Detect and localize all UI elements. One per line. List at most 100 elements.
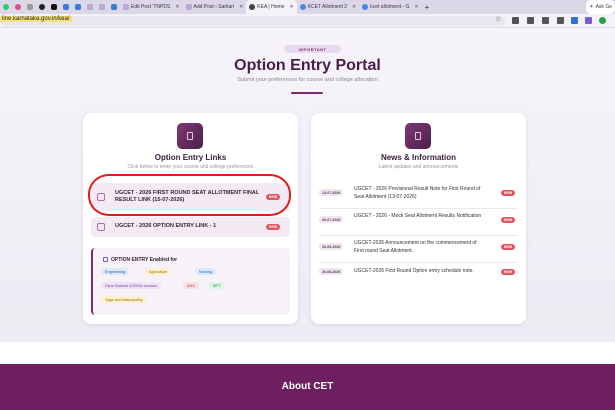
app-icon	[15, 4, 21, 10]
tab-pinned[interactable]	[48, 0, 60, 14]
new-badge: NEW	[266, 224, 280, 230]
new-badge: NEW	[501, 217, 515, 223]
tab-pinned[interactable]	[72, 0, 84, 14]
title-underline	[291, 92, 323, 94]
extension-icon[interactable]	[571, 17, 578, 24]
app-icon	[111, 4, 117, 10]
news-date: 26-06-2026	[319, 268, 344, 275]
about-title: About CET	[281, 381, 334, 392]
tab-label: KEA | Home	[257, 4, 285, 10]
enabled-title: OPTION ENTRY Enabled for	[103, 257, 177, 263]
tab-label: kcet allotment - G	[370, 4, 410, 10]
course-chip: Agriculture	[145, 268, 172, 275]
news-date: 26-06-2026	[319, 243, 344, 250]
divider	[319, 208, 518, 209]
card-title: Option Entry Links	[154, 153, 227, 162]
address-bar-row: line.karnataka.gov.in/kea/ ☆	[0, 14, 615, 28]
link-card-icon	[177, 123, 203, 149]
important-badge: IMPORTANT	[284, 45, 341, 53]
tab-pinned[interactable]	[84, 0, 96, 14]
course-chip: Nursing	[195, 268, 217, 275]
extension-icon[interactable]	[512, 17, 519, 24]
course-chip: BPT	[209, 282, 225, 289]
page-title: Option Entry Portal	[234, 57, 381, 74]
tab-kcet-allotment[interactable]: KCET Allotment 2 ✕	[297, 0, 360, 14]
link-option-entry-1[interactable]: UGCET - 2026 OPTION ENTRY LINK - 1 NEW	[91, 217, 290, 237]
extension-icon[interactable]	[557, 17, 564, 24]
news-text: UGCET - 2026 Provisional Result Note for…	[354, 186, 481, 200]
close-icon[interactable]: ✕	[239, 4, 243, 10]
tab-kea-home[interactable]: KEA | Home ✕	[246, 0, 297, 14]
extension-icon[interactable]	[585, 17, 592, 24]
tab-pinned[interactable]	[36, 0, 48, 14]
close-icon[interactable]: ✕	[175, 4, 179, 10]
bookmark-star-icon[interactable]: ☆	[495, 15, 501, 23]
new-tab-button[interactable]: +	[422, 0, 433, 14]
tab-edit-post[interactable]: Edit Post 'TNPDS ✕	[120, 0, 183, 14]
news-text: UGCET-2026 First Round Option entry sche…	[354, 268, 474, 274]
new-badge: NEW	[266, 194, 280, 200]
course-chip: AHS	[183, 282, 199, 289]
whatsapp-icon	[3, 4, 9, 10]
tab-label: Edit Post 'TNPDS	[131, 4, 171, 10]
globe-icon	[299, 4, 306, 10]
news-date: 13-07-2026	[319, 189, 344, 196]
browser-tab-bar: Edit Post 'TNPDS ✕ Add Post ‹ Sarkari ✕ KE…	[0, 0, 615, 14]
news-information-card: News & Information Latest updates and an…	[311, 113, 526, 324]
app-icon	[75, 4, 81, 10]
tab-add-post[interactable]: Add Post ‹ Sarkari ✕	[183, 0, 247, 14]
wordpress-icon	[123, 4, 129, 10]
app-icon	[87, 4, 93, 10]
link-label: UGCET - 2026 FIRST ROUND SEAT ALLOTMENT …	[115, 190, 260, 203]
tab-whatsapp[interactable]	[0, 0, 12, 14]
globe-icon	[249, 4, 256, 10]
news-item[interactable]: 06-07-2026 UGCET - 2026 - Mock Seat Allo…	[319, 212, 518, 232]
news-text: UGCET - 2026 - Mock Seat Allotment Resul…	[354, 213, 482, 219]
tab-pinned[interactable]	[60, 0, 72, 14]
app-icon	[63, 4, 69, 10]
option-entry-enabled-box: OPTION ENTRY Enabled for Engineering Agr…	[91, 248, 290, 315]
news-item[interactable]: 26-06-2026 UGCET-2026 Announcement on th…	[319, 239, 518, 259]
divider	[319, 235, 518, 236]
enabled-title-text: OPTION ENTRY Enabled for	[111, 257, 178, 263]
profile-avatar-icon[interactable]	[599, 17, 606, 24]
close-icon[interactable]: ✕	[414, 4, 418, 10]
section-gap	[0, 342, 615, 364]
app-icon	[39, 4, 45, 10]
close-icon[interactable]: ✕	[289, 4, 293, 10]
url-input[interactable]: line.karnataka.gov.in/kea/	[0, 16, 72, 22]
close-icon[interactable]: ✕	[352, 4, 356, 10]
tab-pinned[interactable]	[108, 0, 120, 14]
link-final-result[interactable]: UGCET - 2026 FIRST ROUND SEAT ALLOTMENT …	[91, 183, 290, 211]
app-icon	[51, 4, 57, 10]
tab-pinned[interactable]	[24, 0, 36, 14]
news-card-icon	[405, 123, 431, 149]
course-chip: Farm Science & BVSc courses	[101, 282, 161, 289]
tab-google-search[interactable]: kcet allotment - G ✕	[359, 0, 421, 14]
option-entry-links-card: Option Entry Links Click below to enter …	[83, 113, 298, 324]
news-item[interactable]: 13-07-2026 UGCET - 2026 Provisional Resu…	[319, 185, 518, 205]
document-icon	[97, 223, 105, 231]
news-date: 06-07-2026	[319, 216, 344, 223]
tab-pinned[interactable]	[12, 0, 24, 14]
news-item[interactable]: 26-06-2026 UGCET-2026 First Round Option…	[319, 266, 518, 278]
course-chip: Yoga and Naturopathy	[101, 296, 147, 303]
extension-icon[interactable]	[527, 17, 534, 24]
tab-pinned[interactable]	[96, 0, 108, 14]
new-badge: NEW	[501, 244, 515, 250]
google-icon	[362, 4, 369, 10]
tab-label: Add Post ‹ Sarkari	[193, 4, 235, 10]
card-title: News & Information	[380, 153, 457, 162]
extension-icon[interactable]	[542, 17, 549, 24]
card-subtitle: Latest updates and announcements	[378, 164, 459, 170]
wordpress-icon	[185, 4, 192, 10]
page-subtitle: Submit your preferences for course and c…	[237, 77, 378, 83]
tab-ask-gemini[interactable]: ✦ Ask Ge	[586, 0, 615, 14]
url-box[interactable]	[0, 16, 505, 26]
news-text: UGCET-2026 Announcement on the commencem…	[354, 240, 477, 254]
new-badge: NEW	[501, 190, 515, 196]
course-chip: Engineering	[101, 268, 130, 275]
card-subtitle: Click below to enter your course and col…	[127, 164, 254, 170]
new-badge: NEW	[501, 269, 515, 275]
app-icon	[27, 4, 33, 10]
